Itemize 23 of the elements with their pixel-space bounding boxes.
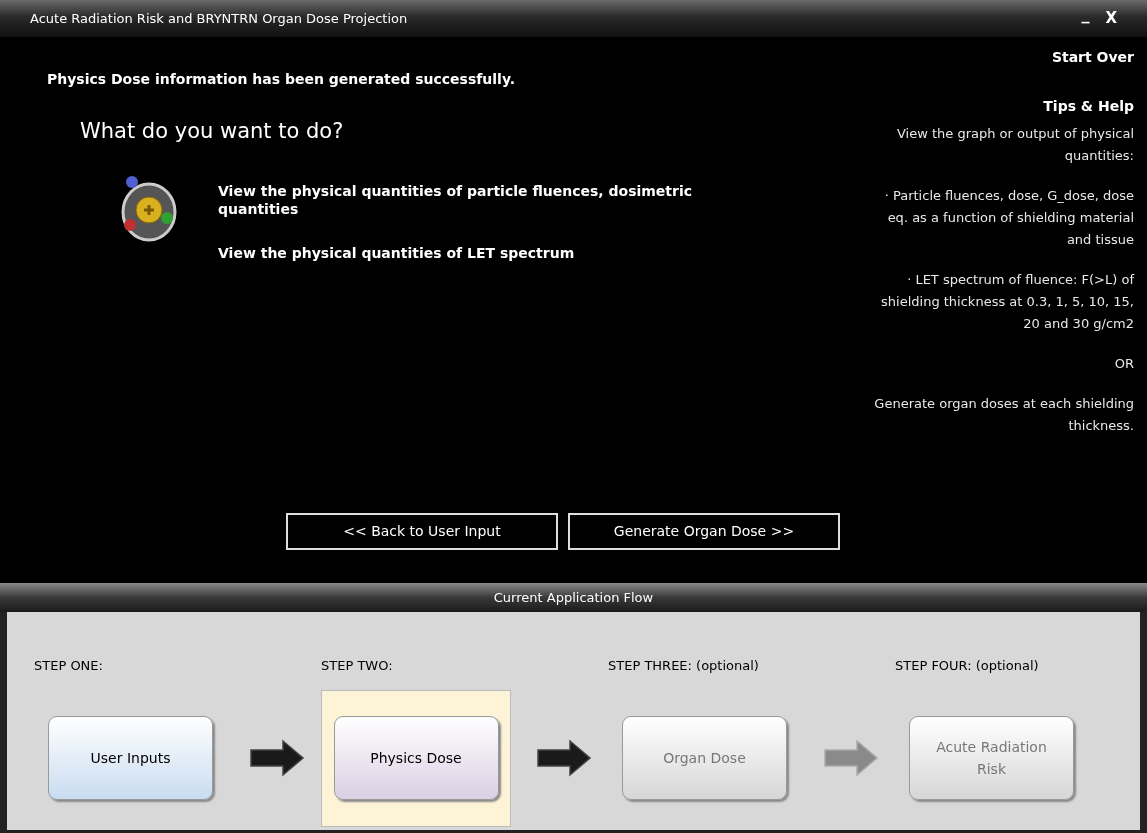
step-label: STEP THREE: (optional) <box>608 657 760 675</box>
tip-text: Generate organ doses at each shielding thickness. <box>874 395 1134 435</box>
back-button[interactable]: << Back to User Input <box>286 513 558 550</box>
step-button[interactable]: Physics Dose <box>333 716 499 800</box>
status-message: Physics Dose information has been generated successfully. <box>47 70 517 89</box>
step-label: STEP FOUR: (optional) <box>895 657 1040 675</box>
tip-text: · LET spectrum of fluence: F(>L) of shielding thickness at 0.3, 1, 5, 10, 15, 20 and 30 g/cm2 <box>880 271 1134 333</box>
generate-button[interactable]: Generate Organ Dose >> <box>568 513 840 550</box>
step-label: STEP TWO: <box>321 657 394 675</box>
flow-title: Current Application Flow <box>493 588 654 607</box>
minimize-button[interactable]: _ <box>1073 2 1098 27</box>
step-label: STEP ONE: <box>34 657 104 675</box>
tip-text: OR <box>1113 355 1134 373</box>
option-link[interactable]: View the physical quantities of LET spectrum <box>218 243 698 262</box>
option-link[interactable]: View the physical quantities of particle fluences, dosimetric quantities <box>218 181 698 218</box>
window-title: Acute Radiation Risk and BRYNTRN Organ Dose Projection <box>30 9 409 28</box>
start-over-link[interactable]: Start Over <box>1051 47 1134 68</box>
close-button[interactable]: X <box>1097 7 1117 30</box>
step-button[interactable]: User Inputs <box>48 716 213 800</box>
tip-text: · Particle fluences, dose, G_dose, dose eq. as a function of shielding material and tissue <box>883 187 1134 249</box>
tips-heading: Tips & Help <box>1043 97 1134 116</box>
prompt-heading: What do you want to do? <box>80 118 345 145</box>
tip-text: View the graph or output of physical quantities: <box>895 125 1134 165</box>
